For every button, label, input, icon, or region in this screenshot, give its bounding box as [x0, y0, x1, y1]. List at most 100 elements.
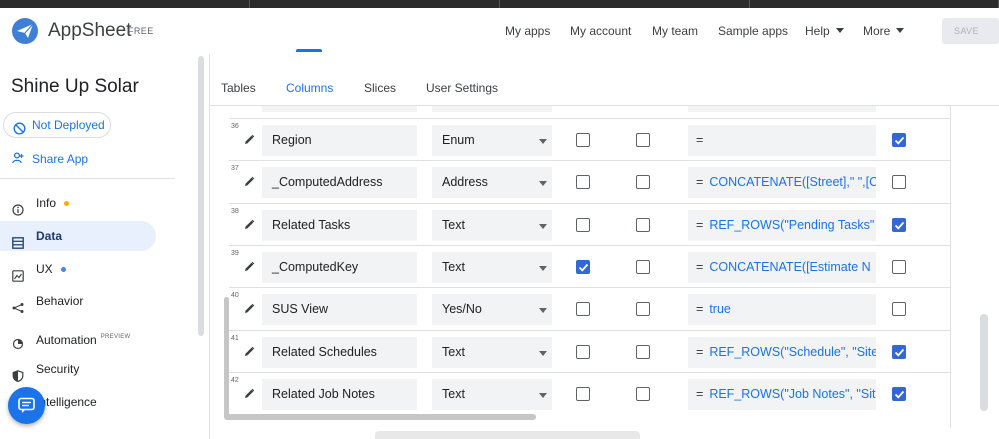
sidebar-item-data[interactable]: Data [0, 221, 156, 251]
tab-columns[interactable]: Columns [286, 81, 333, 95]
edit-pencil-icon[interactable] [244, 174, 255, 192]
page-vertical-scrollbar[interactable] [980, 314, 988, 411]
column-type-select[interactable]: Text [432, 210, 552, 241]
share-app-button[interactable]: Share App [12, 152, 88, 166]
column-checkbox-2[interactable] [636, 218, 650, 232]
browser-tab[interactable] [750, 0, 999, 8]
column-name-field[interactable]: _ComputedAddress [262, 167, 417, 198]
column-formula-field[interactable]: = CONCATENATE([Estimate N [688, 252, 876, 283]
column-checkbox-3[interactable] [892, 260, 906, 274]
column-checkbox-3[interactable] [892, 387, 906, 401]
row-number: 37 [231, 165, 239, 172]
deploy-status-button[interactable]: Not Deployed [3, 112, 111, 138]
column-name-field[interactable]: SUS View [262, 294, 417, 325]
table-row: 36 Region Enum = [229, 118, 950, 160]
formula-equals-sign: = [696, 133, 704, 147]
column-checkbox-3[interactable] [892, 175, 906, 189]
column-checkbox-1[interactable] [576, 260, 590, 274]
column-type-value: Text [442, 218, 465, 232]
column-name-field[interactable]: Related Job Notes [262, 379, 417, 410]
table-right-border [950, 106, 951, 428]
edit-pencil-icon[interactable] [244, 386, 255, 404]
table-row: 37 _ComputedAddress Address = CONCATENATE([S… [229, 160, 950, 202]
sidebar-item-label: UX [36, 262, 53, 276]
nav-my-apps[interactable]: My apps [505, 24, 550, 38]
sidebar-item-ux[interactable]: UX [0, 254, 156, 284]
edit-pencil-icon[interactable] [244, 217, 255, 235]
edit-pencil-icon[interactable] [244, 132, 255, 150]
chat-fab-button[interactable] [8, 387, 45, 424]
column-name-field[interactable]: Region [262, 125, 417, 156]
previous-row-formula-field[interactable] [688, 106, 876, 112]
column-checkbox-1[interactable] [576, 175, 590, 189]
column-formula-field[interactable]: = CONCATENATE([Street]," ",[C [688, 167, 876, 198]
column-checkbox-1[interactable] [576, 218, 590, 232]
column-formula-field[interactable]: = [688, 125, 876, 156]
column-checkbox-2[interactable] [636, 260, 650, 274]
nav-my-account[interactable]: My account [570, 24, 631, 38]
column-checkbox-1[interactable] [576, 302, 590, 316]
browser-tab[interactable] [500, 0, 750, 8]
sidebar-item-automation[interactable]: Automation PREVIEW [0, 322, 156, 352]
column-checkbox-3[interactable] [892, 345, 906, 359]
sidebar-item-info[interactable]: Info [0, 188, 156, 218]
column-type-value: Text [442, 260, 465, 274]
column-checkbox-2[interactable] [636, 175, 650, 189]
nav-my-team[interactable]: My team [652, 24, 698, 38]
browser-tab[interactable] [250, 0, 500, 8]
preview-badge: PREVIEW [100, 334, 131, 340]
column-formula-field[interactable]: = REF_ROWS("Job Notes", "Sit [688, 379, 876, 410]
column-checkbox-2[interactable] [636, 387, 650, 401]
edit-pencil-icon[interactable] [244, 301, 255, 319]
top-header: AppSheet FREE My apps My account My team… [0, 8, 999, 54]
column-checkbox-2[interactable] [636, 133, 650, 147]
status-dot [60, 267, 66, 272]
sidebar-scrollbar[interactable] [198, 56, 204, 336]
table-row: 41 Related Schedules Text = REF_ROWS("Schedu… [229, 330, 950, 372]
previous-row-type-field[interactable] [432, 106, 552, 112]
column-name-field[interactable]: _ComputedKey [262, 252, 417, 283]
tab-user-settings[interactable]: User Settings [426, 81, 498, 95]
column-formula-field[interactable]: = REF_ROWS("Schedule", "Site [688, 337, 876, 368]
nav-more[interactable]: More [863, 24, 905, 38]
table-horizontal-scrollbar[interactable] [224, 414, 536, 420]
share-app-label: Share App [32, 152, 89, 166]
column-type-select[interactable]: Address [432, 167, 552, 198]
nav-sample-apps[interactable]: Sample apps [718, 24, 788, 38]
column-checkbox-3[interactable] [892, 302, 906, 316]
dropdown-arrow-icon [539, 181, 547, 186]
nav-help[interactable]: Help [805, 24, 844, 38]
column-type-select[interactable]: Enum [432, 125, 552, 156]
column-checkbox-2[interactable] [636, 345, 650, 359]
column-name-field[interactable]: Related Schedules [262, 337, 417, 368]
browser-tab[interactable] [0, 0, 250, 8]
column-checkbox-3[interactable] [892, 218, 906, 232]
brand-name: AppSheet [48, 20, 132, 41]
save-button[interactable]: SAVE [942, 18, 999, 44]
sidebar-item-security[interactable]: Security [0, 354, 156, 384]
table-vertical-scrollbar[interactable] [224, 297, 229, 419]
column-checkbox-3[interactable] [892, 133, 906, 147]
column-formula-field[interactable]: = true [688, 294, 876, 325]
column-checkbox-1[interactable] [576, 387, 590, 401]
sidebar-item-behavior[interactable]: Behavior [0, 286, 156, 316]
sidebar-item-label: Behavior [36, 294, 84, 308]
edit-pencil-icon[interactable] [244, 344, 255, 362]
tab-tables[interactable]: Tables [221, 81, 256, 95]
column-type-select[interactable]: Text [432, 252, 552, 283]
column-formula-field[interactable]: = REF_ROWS("Pending Tasks" [688, 210, 876, 241]
column-checkbox-2[interactable] [636, 302, 650, 316]
column-checkbox-1[interactable] [576, 133, 590, 147]
column-type-select[interactable]: Text [432, 379, 552, 410]
previous-row-name-field[interactable] [262, 106, 417, 112]
chevron-down-icon [896, 28, 905, 33]
formula-text: CONCATENATE([Estimate N [709, 260, 871, 274]
column-type-select[interactable]: Text [432, 337, 552, 368]
appsheet-logo-icon[interactable] [12, 18, 38, 44]
edit-pencil-icon[interactable] [244, 259, 255, 277]
column-name-field[interactable]: Related Tasks [262, 210, 417, 241]
column-type-select[interactable]: Yes/No [432, 294, 552, 325]
tab-slices[interactable]: Slices [364, 81, 396, 95]
column-checkbox-1[interactable] [576, 345, 590, 359]
formula-text: true [709, 302, 731, 316]
